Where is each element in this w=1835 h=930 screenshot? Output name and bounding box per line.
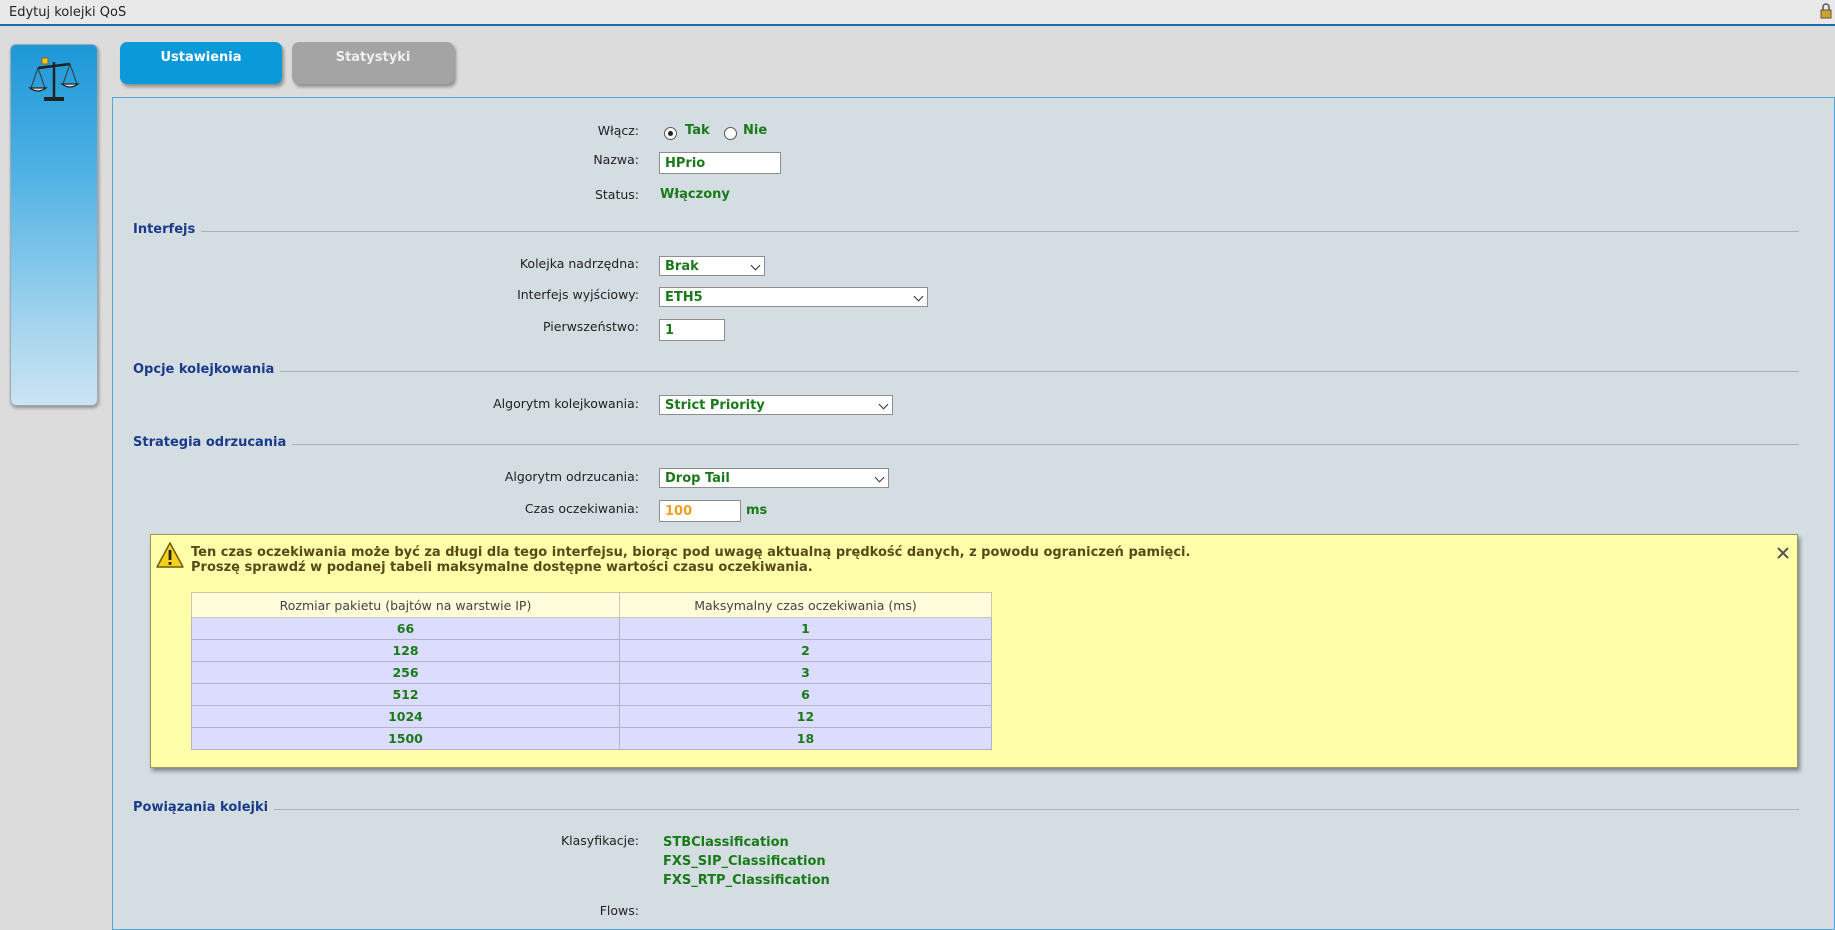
classification-link-fxs-rtp[interactable]: FXS_RTP_Classification xyxy=(663,873,830,888)
parent-queue-value: Brak xyxy=(665,259,699,274)
section-divider xyxy=(133,231,1799,232)
section-divider xyxy=(133,444,1799,445)
packet-size-cell: 1500 xyxy=(191,727,620,750)
parent-queue-label: Kolejka nadrzędna: xyxy=(519,256,639,271)
packet-size-cell: 66 xyxy=(191,617,620,640)
drop-algorithm-value: Drop Tail xyxy=(665,471,730,486)
max-wait-cell: 2 xyxy=(619,639,992,662)
flows-label: Flows: xyxy=(599,903,639,918)
col-header-packet-size: Rozmiar pakietu (bajtów na warstwie IP) xyxy=(191,592,620,618)
chevron-down-icon xyxy=(913,291,924,302)
packet-size-cell: 128 xyxy=(191,639,620,662)
max-wait-cell: 1 xyxy=(619,617,992,640)
close-icon[interactable] xyxy=(1775,545,1791,561)
enable-yes-label[interactable]: Tak xyxy=(685,123,710,138)
col-header-max-wait: Maksymalny czas oczekiwania (ms) xyxy=(619,592,992,618)
tab-settings-label: Ustawienia xyxy=(160,50,242,65)
table-row: 1500 18 xyxy=(191,727,992,750)
enable-yes-radio[interactable] xyxy=(664,127,677,140)
window-title: Edytuj kolejki QoS xyxy=(9,5,127,20)
queuing-algorithm-value: Strict Priority xyxy=(665,398,765,413)
packet-size-cell: 512 xyxy=(191,683,620,706)
section-bindings-title: Powiązania kolejki xyxy=(133,800,275,815)
max-wait-cell: 18 xyxy=(619,727,992,750)
priority-input[interactable]: 1 xyxy=(659,319,725,341)
wait-time-label: Czas oczekiwania: xyxy=(524,501,639,516)
status-value: Włączony xyxy=(660,187,730,202)
name-input[interactable]: HPrio xyxy=(659,152,781,174)
section-drop-title: Strategia odrzucania xyxy=(133,435,293,450)
enable-label: Włącz: xyxy=(597,123,639,138)
sidebar xyxy=(10,44,98,406)
classification-link-fxs-sip[interactable]: FXS_SIP_Classification xyxy=(663,854,826,869)
warning-message: Ten czas oczekiwania może być za długi d… xyxy=(191,545,1190,575)
queuing-algorithm-label: Algorytm kolejkowania: xyxy=(493,396,639,411)
lock-icon[interactable] xyxy=(1819,3,1833,19)
section-divider xyxy=(133,809,1799,810)
tab-settings[interactable]: Ustawienia xyxy=(120,42,282,84)
section-queue-bindings: Powiązania kolejki xyxy=(133,800,1799,816)
output-interface-select[interactable]: ETH5 xyxy=(659,287,928,307)
tab-statistics-label: Statystyki xyxy=(335,50,411,65)
tab-statistics[interactable]: Statystyki xyxy=(292,42,454,84)
queuing-algorithm-select[interactable]: Strict Priority xyxy=(659,395,893,415)
warning-icon xyxy=(156,542,184,568)
section-interface-title: Interfejs xyxy=(133,222,202,237)
table-row: 66 1 xyxy=(191,617,992,640)
drop-algorithm-label: Algorytm odrzucania: xyxy=(504,469,639,484)
max-wait-cell: 3 xyxy=(619,661,992,684)
classification-link-stb[interactable]: STBClassification xyxy=(663,835,789,850)
table-row: 128 2 xyxy=(191,639,992,662)
table-row: 512 6 xyxy=(191,683,992,706)
max-wait-cell: 12 xyxy=(619,705,992,728)
table-row: 1024 12 xyxy=(191,705,992,728)
packet-size-cell: 256 xyxy=(191,661,620,684)
section-queuing-options: Opcje kolejkowania xyxy=(133,362,1799,378)
window-titlebar: Edytuj kolejki QoS xyxy=(0,0,1835,26)
enable-no-radio[interactable] xyxy=(724,127,737,140)
priority-label: Pierwszeństwo: xyxy=(543,319,639,334)
output-interface-label: Interfejs wyjściowy: xyxy=(517,287,639,302)
wait-time-input[interactable]: 100 xyxy=(659,500,741,522)
drop-algorithm-select[interactable]: Drop Tail xyxy=(659,468,889,488)
chevron-down-icon xyxy=(878,399,889,410)
chevron-down-icon xyxy=(874,472,885,483)
classifications-label: Klasyfikacje: xyxy=(560,833,639,848)
table-header-row: Rozmiar pakietu (bajtów na warstwie IP) … xyxy=(191,592,992,618)
parent-queue-select[interactable]: Brak xyxy=(659,256,765,276)
warning-line-1: Ten czas oczekiwania może być za długi d… xyxy=(191,545,1191,560)
name-label: Nazwa: xyxy=(593,152,639,167)
status-label: Status: xyxy=(594,187,639,202)
output-interface-value: ETH5 xyxy=(665,290,703,305)
packet-size-cell: 1024 xyxy=(191,705,620,728)
wait-time-unit: ms xyxy=(746,503,768,518)
max-wait-table: Rozmiar pakietu (bajtów na warstwie IP) … xyxy=(191,592,992,750)
section-queuing-title: Opcje kolejkowania xyxy=(133,362,281,377)
warning-line-2: Proszę sprawdź w podanej tabeli maksymal… xyxy=(191,560,813,575)
table-row: 256 3 xyxy=(191,661,992,684)
chevron-down-icon xyxy=(750,260,761,271)
section-divider xyxy=(133,371,1799,372)
enable-no-label[interactable]: Nie xyxy=(743,123,767,138)
warning-box: Ten czas oczekiwania może być za długi d… xyxy=(150,534,1798,768)
section-drop-strategy: Strategia odrzucania xyxy=(133,435,1799,451)
scale-icon xyxy=(28,57,80,101)
max-wait-cell: 6 xyxy=(619,683,992,706)
section-interface: Interfejs xyxy=(133,222,1799,238)
